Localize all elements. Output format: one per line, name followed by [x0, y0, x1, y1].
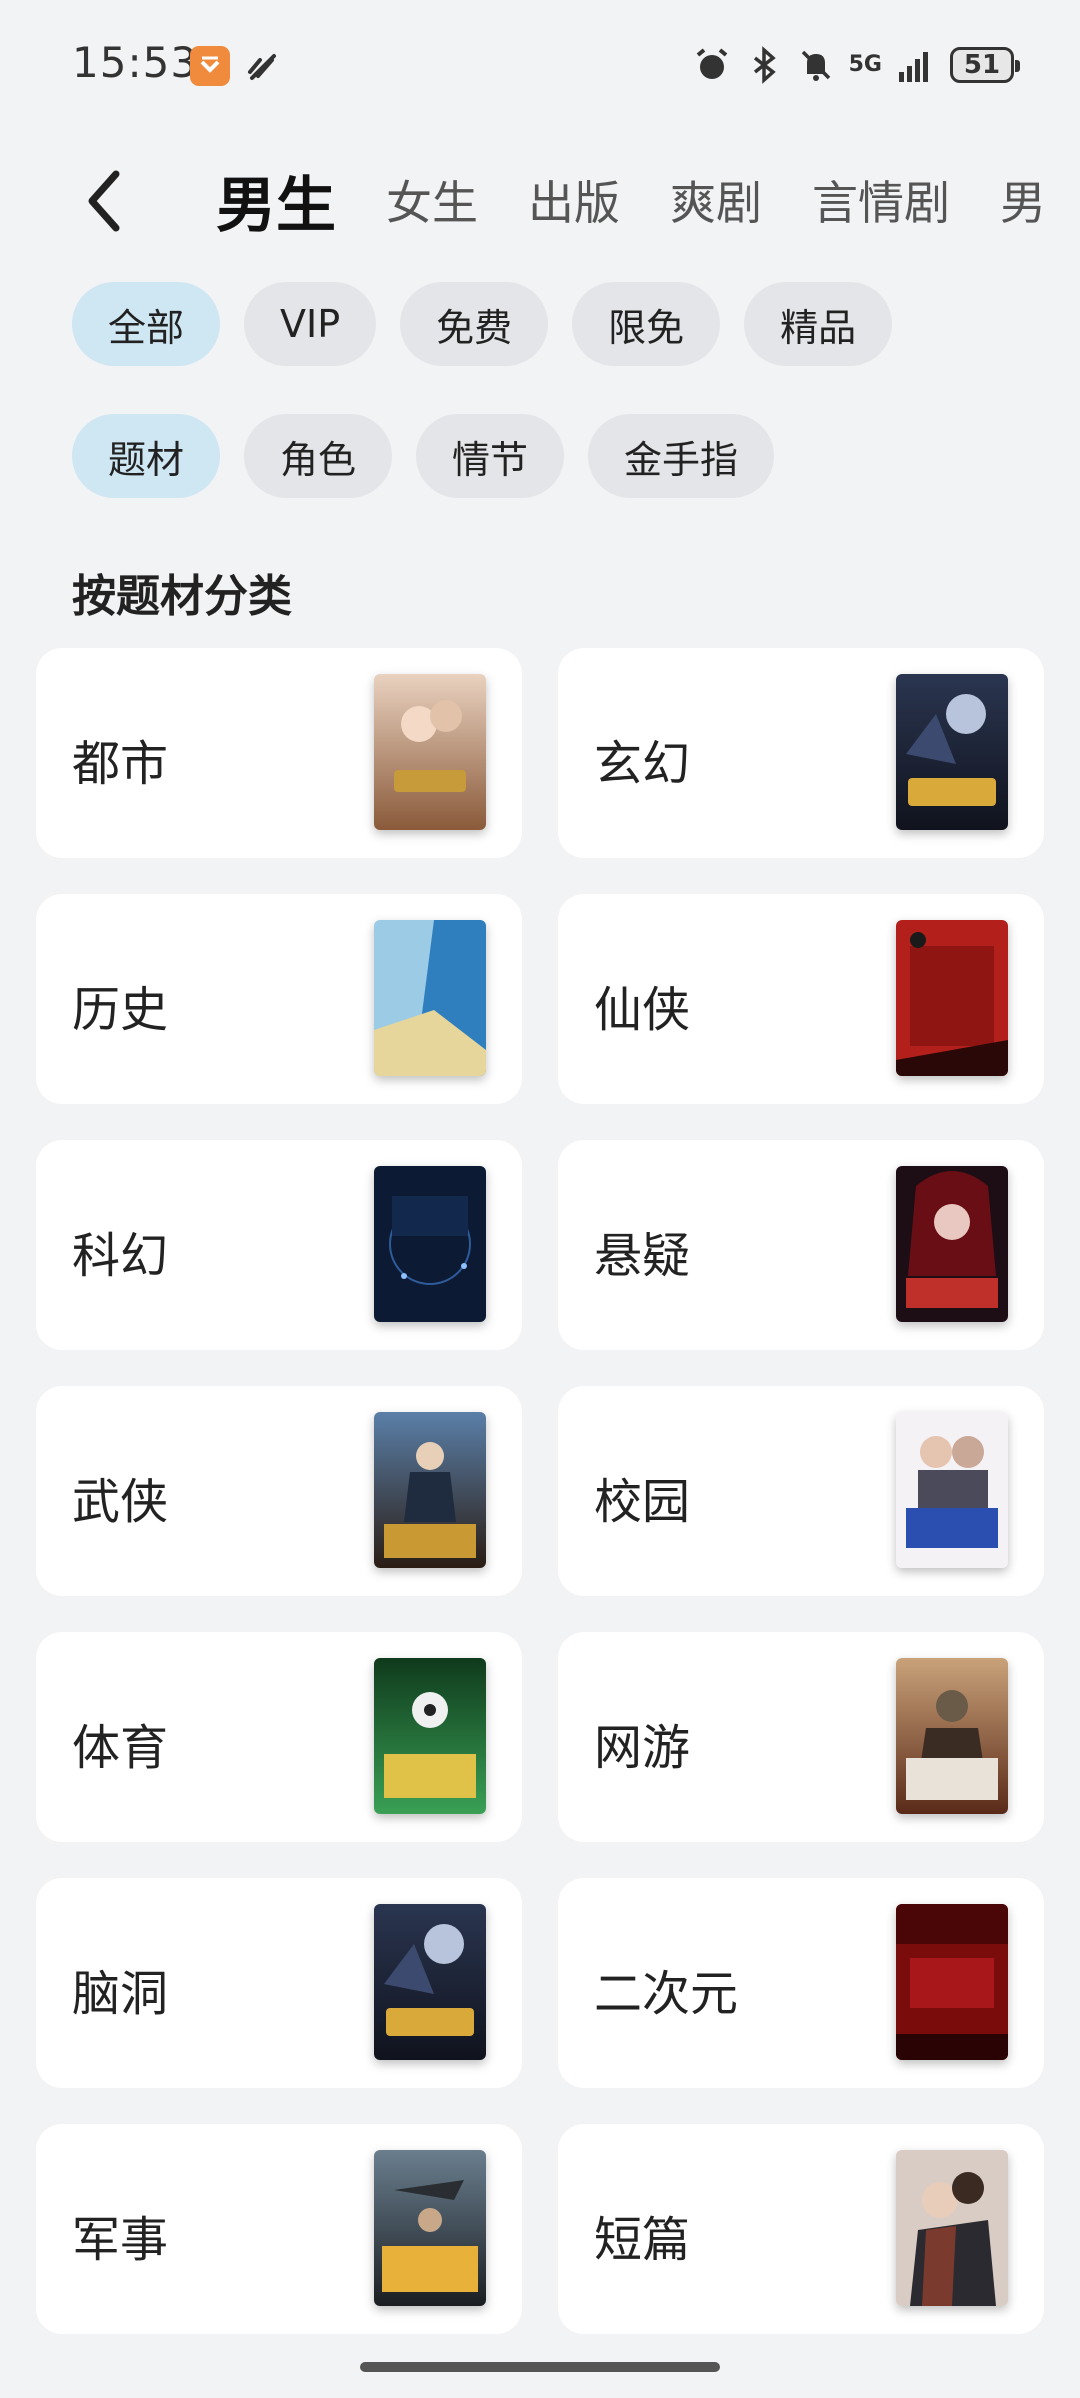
book-cover	[374, 1412, 486, 1568]
category-label: 悬疑	[594, 1228, 691, 1284]
category-card[interactable]: 历史	[36, 894, 522, 1104]
book-cover	[896, 1412, 1008, 1568]
status-icons: 5G 51	[693, 42, 1020, 88]
book-cover	[374, 1658, 486, 1814]
chip-limited-free[interactable]: 限免	[572, 282, 721, 366]
mute-icon	[801, 50, 830, 81]
category-label: 军事	[72, 2212, 169, 2268]
section-title: 按题材分类	[72, 571, 292, 622]
back-arrow-icon	[88, 170, 120, 232]
category-label: 校园	[594, 1474, 691, 1530]
home-indicator[interactable]	[360, 2362, 720, 2372]
tab-more[interactable]: 男	[1000, 167, 1046, 233]
category-card[interactable]: 网游	[558, 1632, 1044, 1842]
category-label: 历史	[72, 982, 169, 1038]
status-bar: 15:53 5G 51	[0, 0, 1080, 130]
book-cover	[374, 674, 486, 830]
category-card[interactable]: 短篇	[558, 2124, 1044, 2334]
category-card[interactable]: 军事	[36, 2124, 522, 2334]
channel-tabs: 男生 女生 出版 爽剧 言情剧 男	[216, 140, 1080, 260]
chip-free[interactable]: 免费	[400, 282, 549, 366]
chip-all[interactable]: 全部	[72, 282, 221, 366]
battery-icon: 51	[950, 47, 1020, 83]
chip-golden-finger[interactable]: 金手指	[588, 414, 775, 498]
category-label: 都市	[72, 736, 169, 792]
chip-premium[interactable]: 精品	[744, 282, 893, 366]
status-time: 15:53	[72, 38, 199, 87]
network-type: 5G	[848, 52, 882, 77]
book-cover	[374, 1166, 486, 1322]
tab-female[interactable]: 女生	[386, 167, 478, 233]
book-cover	[896, 674, 1008, 830]
tab-romance-drama[interactable]: 言情剧	[812, 167, 950, 233]
app-link-icon	[244, 48, 280, 84]
price-filter-row: 全部 VIP 免费 限免 精品	[72, 282, 893, 366]
category-card[interactable]: 校园	[558, 1386, 1044, 1596]
chip-plot[interactable]: 情节	[416, 414, 565, 498]
category-label: 体育	[72, 1720, 169, 1776]
book-cover	[896, 2150, 1008, 2306]
chip-role[interactable]: 角色	[244, 414, 393, 498]
back-button[interactable]	[80, 166, 130, 236]
alarm-icon	[696, 48, 727, 79]
category-card[interactable]: 都市	[36, 648, 522, 858]
category-label: 仙侠	[594, 982, 691, 1038]
tab-short-drama[interactable]: 爽剧	[670, 167, 762, 233]
bluetooth-icon	[753, 46, 776, 84]
book-cover	[374, 1904, 486, 2060]
category-card[interactable]: 悬疑	[558, 1140, 1044, 1350]
category-label: 武侠	[72, 1474, 169, 1530]
category-card[interactable]: 二次元	[558, 1878, 1044, 2088]
category-label: 玄幻	[594, 736, 691, 792]
tab-publish[interactable]: 出版	[528, 167, 620, 233]
battery-level: 51	[963, 50, 1001, 80]
book-cover	[374, 2150, 486, 2306]
tab-male[interactable]: 男生	[216, 157, 336, 244]
category-card[interactable]: 玄幻	[558, 648, 1044, 858]
book-cover	[896, 1658, 1008, 1814]
chip-theme[interactable]: 题材	[72, 414, 221, 498]
chip-vip[interactable]: VIP	[244, 282, 377, 366]
category-label: 二次元	[594, 1966, 739, 2022]
book-cover	[896, 920, 1008, 1076]
channel-header: 男生 女生 出版 爽剧 言情剧 男	[0, 140, 1080, 260]
category-card[interactable]: 仙侠	[558, 894, 1044, 1104]
classify-filter-row: 题材 角色 情节 金手指	[72, 414, 775, 498]
category-label: 脑洞	[72, 1966, 169, 2022]
category-label: 科幻	[72, 1228, 169, 1284]
app-notification-icon	[190, 46, 230, 86]
category-grid: 都市 玄幻 历史 仙侠 科幻 悬疑 武侠 校园 体育 网游 脑洞 二次元 军事 …	[36, 648, 1044, 2334]
book-cover	[896, 1904, 1008, 2060]
book-cover	[896, 1166, 1008, 1322]
signal-icon	[899, 52, 928, 82]
category-card[interactable]: 脑洞	[36, 1878, 522, 2088]
category-label: 网游	[594, 1720, 691, 1776]
category-label: 短篇	[594, 2212, 691, 2268]
category-card[interactable]: 体育	[36, 1632, 522, 1842]
category-card[interactable]: 科幻	[36, 1140, 522, 1350]
book-cover	[374, 920, 486, 1076]
category-card[interactable]: 武侠	[36, 1386, 522, 1596]
